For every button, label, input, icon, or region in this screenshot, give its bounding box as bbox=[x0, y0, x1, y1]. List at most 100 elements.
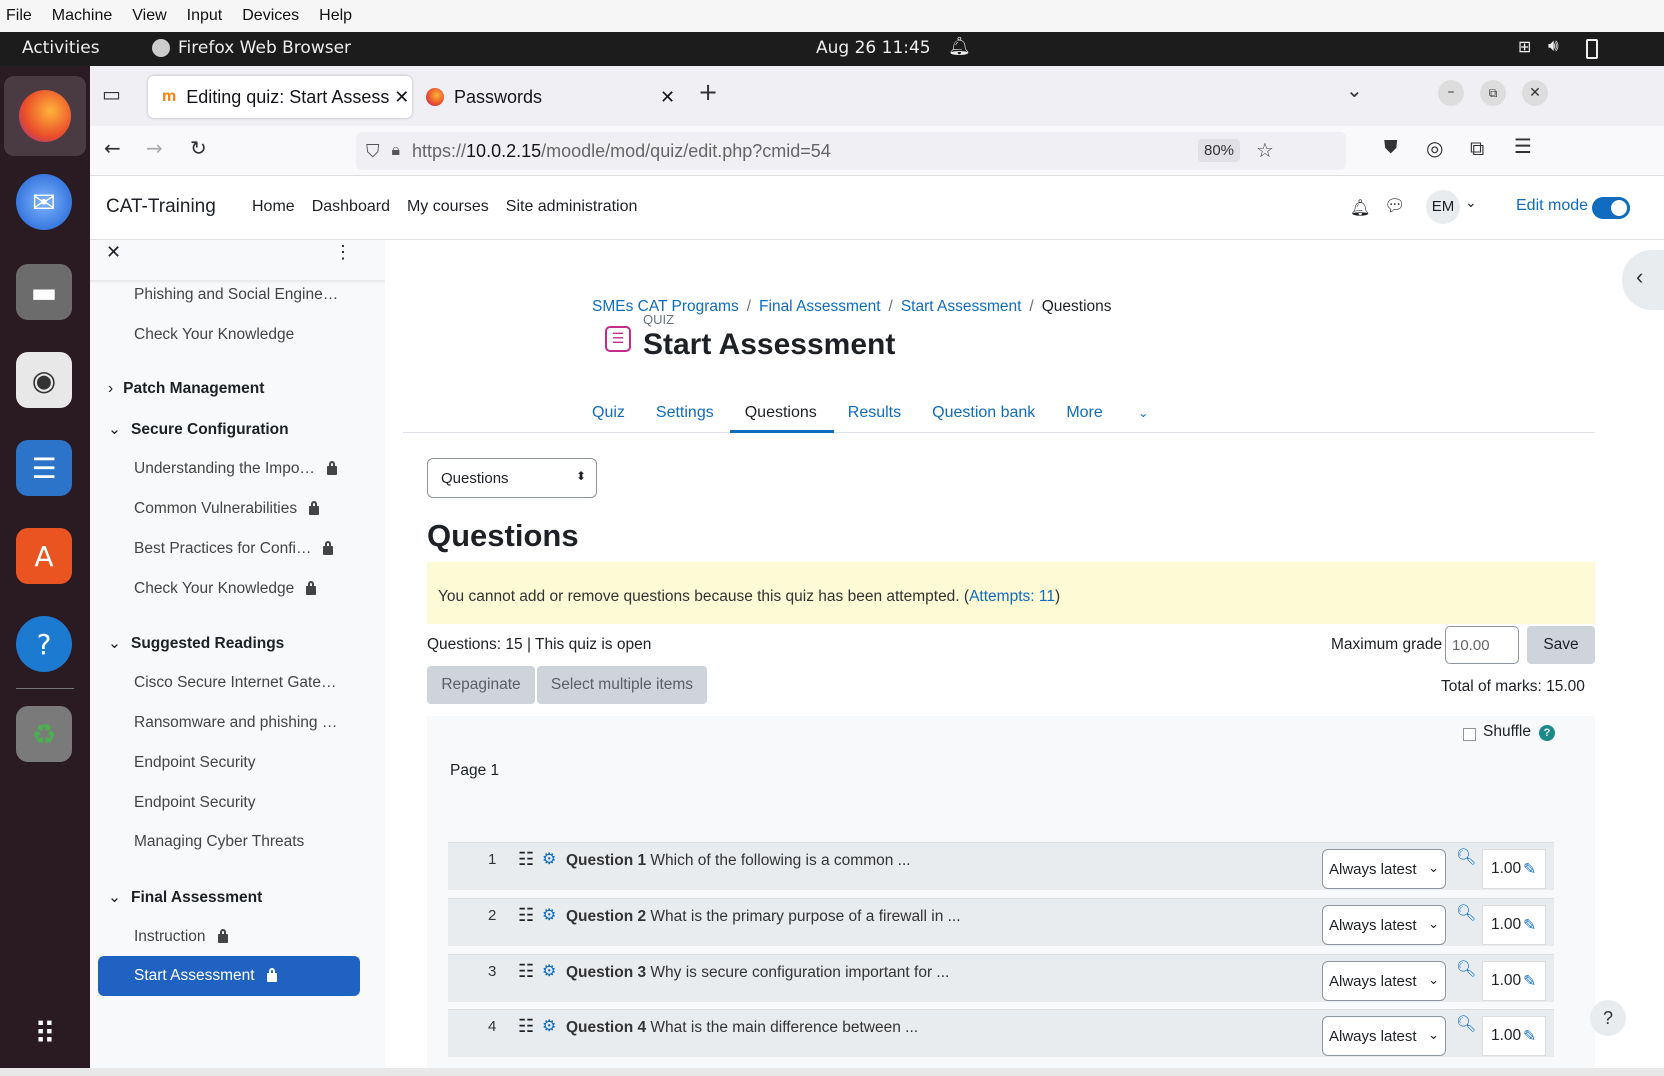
section-suggested-readings[interactable]: ⌄ Suggested Readings bbox=[108, 634, 284, 653]
nav-dashboard[interactable]: Dashboard bbox=[312, 198, 390, 216]
max-grade-input[interactable]: 10.00 bbox=[1445, 626, 1519, 664]
restore-icon[interactable]: ⧉ bbox=[1480, 80, 1506, 106]
gear-icon[interactable]: ⚙ bbox=[542, 849, 556, 869]
drag-handle-icon[interactable]: ☷ bbox=[518, 905, 534, 926]
show-apps-icon[interactable]: ⠿ bbox=[16, 1006, 72, 1062]
select-multiple-button[interactable]: Select multiple items bbox=[537, 666, 707, 704]
version-select[interactable]: Always latest ⌄ bbox=[1322, 1016, 1446, 1056]
question-text[interactable]: Question 4 What is the main difference b… bbox=[566, 1019, 918, 1037]
attempts-link[interactable]: Attempts: 11 bbox=[969, 588, 1055, 605]
course-index-item[interactable]: Common Vulnerabilities bbox=[134, 500, 320, 518]
trash-dock-icon[interactable]: ♻ bbox=[16, 706, 72, 762]
writer-dock-icon[interactable]: ☰ bbox=[16, 440, 72, 496]
question-mark[interactable]: 1.00 ✎ bbox=[1482, 849, 1546, 889]
edit-mode-toggle[interactable] bbox=[1592, 197, 1630, 219]
back-icon[interactable]: ← bbox=[104, 136, 121, 160]
nav-my-courses[interactable]: My courses bbox=[407, 198, 489, 216]
course-index-item[interactable]: Ransomware and phishing … bbox=[134, 714, 337, 732]
gear-icon[interactable]: ⚙ bbox=[542, 905, 556, 925]
tab-results[interactable]: Results bbox=[848, 404, 901, 422]
chevron-down-icon[interactable]: ⌄ bbox=[108, 888, 121, 907]
tab-editing-quiz[interactable]: m Editing quiz: Start Assess ✕ bbox=[148, 76, 412, 118]
course-index-item[interactable]: Endpoint Security bbox=[134, 794, 256, 812]
version-select[interactable]: Always latest ⌄ bbox=[1322, 905, 1446, 945]
question-mark[interactable]: 1.00 ✎ bbox=[1482, 961, 1546, 1001]
tab-settings[interactable]: Settings bbox=[656, 404, 714, 422]
course-index-item[interactable]: Check Your Knowledge bbox=[134, 326, 294, 344]
section-secure-configuration[interactable]: ⌄ Secure Configuration bbox=[108, 420, 289, 439]
chevron-right-icon[interactable]: › bbox=[108, 380, 113, 398]
vm-menu-input[interactable]: Input bbox=[187, 7, 223, 25]
course-index-item[interactable]: Best Practices for Confi… bbox=[134, 540, 334, 558]
network-icon[interactable]: ⊞ bbox=[1518, 37, 1531, 56]
preview-icon[interactable]: 🔍︎ bbox=[1456, 903, 1476, 923]
question-text[interactable]: Question 3 Why is secure configuration i… bbox=[566, 964, 949, 982]
question-text[interactable]: Question 2 What is the primary purpose o… bbox=[566, 908, 961, 926]
page-select[interactable]: Questions ⬍ bbox=[427, 458, 597, 498]
course-index-item[interactable]: Cisco Secure Internet Gate… bbox=[134, 674, 336, 692]
nav-home[interactable]: Home bbox=[252, 198, 295, 216]
course-index-item[interactable]: Endpoint Security bbox=[134, 754, 256, 772]
question-mark[interactable]: 1.00 ✎ bbox=[1482, 1016, 1546, 1056]
user-menu-chevron-icon[interactable]: ⌄ bbox=[1465, 194, 1477, 211]
save-button[interactable]: Save bbox=[1527, 626, 1595, 664]
version-select[interactable]: Always latest ⌄ bbox=[1322, 849, 1446, 889]
section-final-assessment[interactable]: ⌄ Final Assessment bbox=[108, 888, 262, 907]
reload-icon[interactable]: ↻ bbox=[190, 136, 207, 160]
vm-menu-devices[interactable]: Devices bbox=[242, 7, 299, 25]
close-drawer-icon[interactable]: ✕ bbox=[106, 242, 121, 263]
bookmark-star-icon[interactable]: ☆ bbox=[1256, 138, 1274, 163]
question-mark[interactable]: 1.00 ✎ bbox=[1482, 905, 1546, 945]
tab-overview-icon[interactable]: ▭ bbox=[102, 82, 121, 106]
nav-site-administration[interactable]: Site administration bbox=[506, 198, 638, 216]
chevron-down-icon[interactable]: ⌄ bbox=[108, 420, 121, 439]
edit-pencil-icon[interactable]: ✎ bbox=[1523, 860, 1536, 879]
clock[interactable]: Aug 26 11:45 bbox=[816, 38, 931, 58]
edit-pencil-icon[interactable]: ✎ bbox=[1523, 1027, 1536, 1046]
preview-icon[interactable]: 🔍︎ bbox=[1456, 959, 1476, 979]
drag-handle-icon[interactable]: ☷ bbox=[518, 1016, 534, 1037]
help-icon[interactable]: ? bbox=[1539, 725, 1555, 741]
activities-button[interactable]: Activities bbox=[22, 38, 100, 58]
forward-icon[interactable]: → bbox=[146, 136, 163, 160]
course-index-item[interactable]: Check Your Knowledge bbox=[134, 580, 317, 598]
tab-questions[interactable]: Questions bbox=[745, 404, 817, 422]
tab-question-bank[interactable]: Question bank bbox=[932, 404, 1035, 422]
vm-menu-view[interactable]: View bbox=[132, 7, 166, 25]
notifications-icon[interactable]: 🔔︎ bbox=[1350, 198, 1370, 218]
tab-close-icon[interactable]: ✕ bbox=[394, 87, 409, 108]
question-text[interactable]: Question 1 Which of the following is a c… bbox=[566, 852, 911, 870]
course-index-item[interactable]: Managing Cyber Threats bbox=[134, 833, 304, 851]
active-app-indicator[interactable]: Firefox Web Browser bbox=[152, 38, 351, 58]
site-brand[interactable]: CAT-Training bbox=[106, 196, 216, 218]
shield-icon[interactable]: ⛉ bbox=[366, 141, 380, 162]
new-tab-icon[interactable]: + bbox=[698, 78, 718, 106]
drag-handle-icon[interactable]: ☷ bbox=[518, 961, 534, 982]
course-index-item[interactable]: Instruction bbox=[134, 928, 228, 946]
help-dock-icon[interactable]: ? bbox=[16, 616, 72, 672]
course-index-item-active[interactable]: Start Assessment bbox=[98, 956, 360, 996]
files-dock-icon[interactable]: ▬ bbox=[16, 264, 72, 320]
battery-icon[interactable] bbox=[1586, 39, 1598, 59]
user-avatar[interactable]: EM bbox=[1426, 190, 1460, 224]
gear-icon[interactable]: ⚙ bbox=[542, 1016, 556, 1036]
firefox-dock-icon[interactable] bbox=[4, 76, 86, 156]
account-icon[interactable]: ◎ bbox=[1426, 136, 1443, 160]
breadcrumb-link[interactable]: Start Assessment bbox=[901, 298, 1022, 316]
vm-menu-file[interactable]: File bbox=[6, 7, 32, 25]
drawer-options-icon[interactable]: ⋮ bbox=[334, 242, 352, 263]
shuffle-checkbox[interactable] bbox=[1463, 728, 1476, 741]
vm-menu-machine[interactable]: Machine bbox=[52, 7, 112, 25]
tab-passwords[interactable]: Passwords ✕ bbox=[420, 76, 680, 118]
chevron-down-icon[interactable]: ⌄ bbox=[108, 634, 121, 653]
volume-icon[interactable]: 🔊︎ bbox=[1548, 36, 1559, 56]
edit-pencil-icon[interactable]: ✎ bbox=[1523, 972, 1536, 991]
tab-close-icon[interactable]: ✕ bbox=[660, 87, 675, 108]
help-button[interactable]: ? bbox=[1590, 1000, 1626, 1036]
preview-icon[interactable]: 🔍︎ bbox=[1456, 1014, 1476, 1034]
version-select[interactable]: Always latest ⌄ bbox=[1322, 961, 1446, 1001]
tab-more[interactable]: More ⌄ bbox=[1066, 404, 1179, 422]
list-all-tabs-icon[interactable]: ⌄ bbox=[1346, 78, 1363, 102]
menu-icon[interactable]: ☰ bbox=[1514, 134, 1532, 158]
pocket-icon[interactable]: ⛊ bbox=[1384, 137, 1398, 158]
